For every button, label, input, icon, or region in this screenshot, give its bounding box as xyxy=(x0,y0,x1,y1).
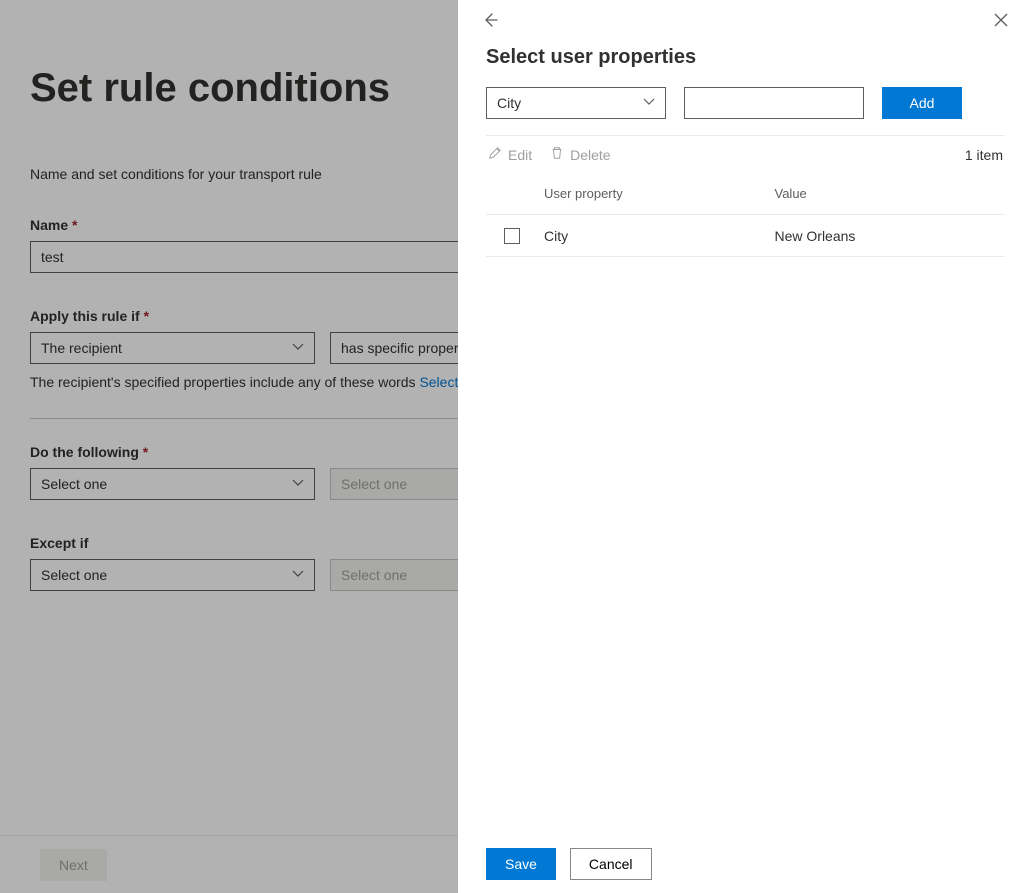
select-user-properties-panel: Select user properties City Add xyxy=(458,0,1033,893)
row-property: City xyxy=(544,228,775,244)
column-header-value[interactable]: Value xyxy=(775,186,1006,201)
property-select[interactable]: City xyxy=(486,87,666,119)
column-header-property[interactable]: User property xyxy=(544,186,775,201)
row-value: New Orleans xyxy=(775,228,1006,244)
delete-button-label: Delete xyxy=(570,147,610,163)
row-checkbox[interactable] xyxy=(504,228,520,244)
pencil-icon xyxy=(488,146,502,163)
property-value-input[interactable] xyxy=(684,87,864,119)
panel-title: Select user properties xyxy=(486,46,1005,69)
properties-table: User property Value CityNew Orleans xyxy=(486,173,1005,257)
item-count: 1 item xyxy=(965,147,1003,163)
chevron-down-icon xyxy=(643,96,655,111)
edit-button-label: Edit xyxy=(508,147,532,163)
edit-button[interactable]: Edit xyxy=(488,146,532,163)
property-select-value: City xyxy=(497,95,521,111)
add-button[interactable]: Add xyxy=(882,87,962,119)
save-button[interactable]: Save xyxy=(486,848,556,880)
back-icon[interactable] xyxy=(478,8,502,32)
delete-button[interactable]: Delete xyxy=(550,146,610,163)
close-icon[interactable] xyxy=(989,8,1013,32)
trash-icon xyxy=(550,146,564,163)
cancel-button[interactable]: Cancel xyxy=(570,848,652,880)
table-row[interactable]: CityNew Orleans xyxy=(486,215,1005,257)
